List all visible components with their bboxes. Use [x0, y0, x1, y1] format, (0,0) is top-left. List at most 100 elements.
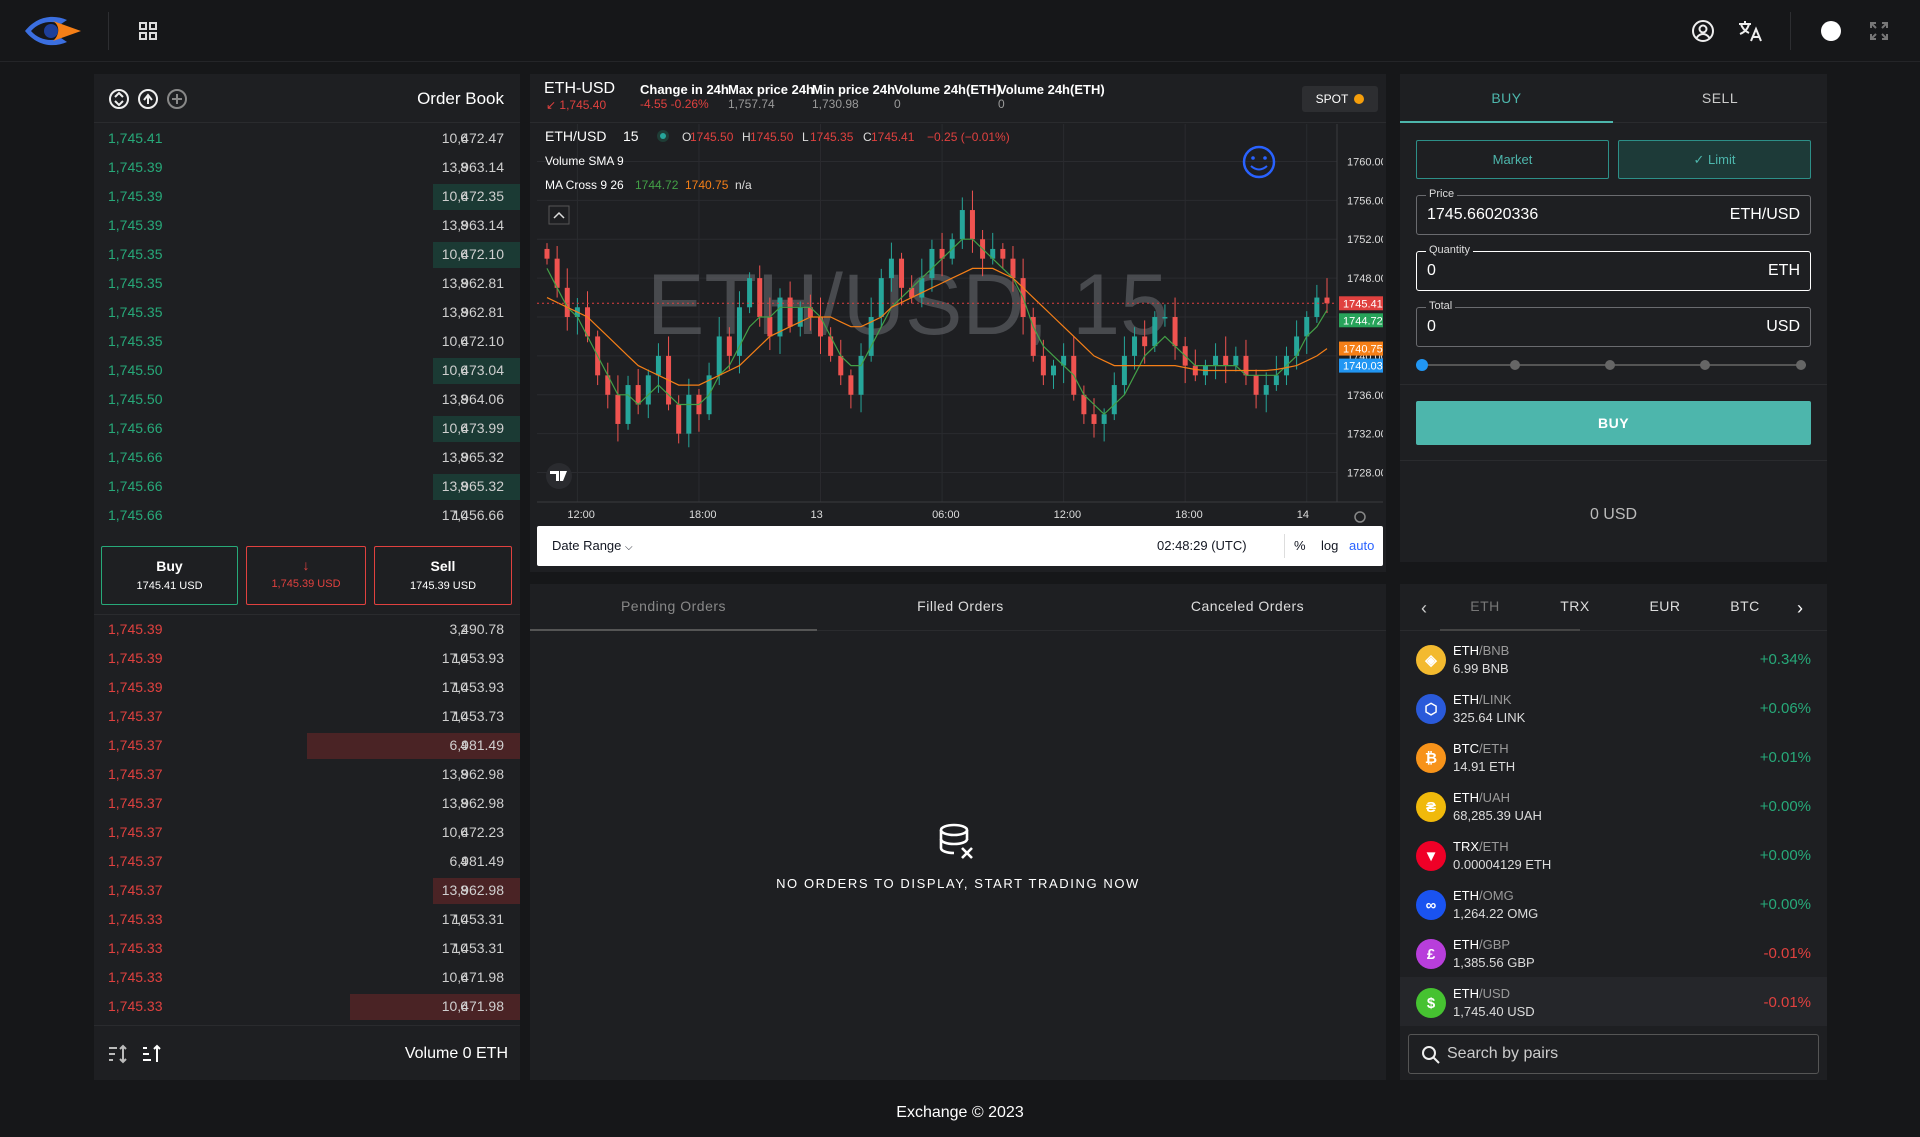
tab-pending-orders[interactable]: Pending Orders: [530, 598, 817, 614]
search-pairs-input[interactable]: Search by pairs: [1408, 1034, 1819, 1074]
date-range-dropdown[interactable]: Date Range ⌵: [552, 538, 633, 553]
theme-toggle-icon[interactable]: [1820, 20, 1842, 42]
bid-row[interactable]: 1,745.35 8 13,962.81: [94, 269, 520, 298]
tab-filled-orders[interactable]: Filled Orders: [817, 598, 1104, 614]
total-field[interactable]: Total 0 USD: [1416, 300, 1811, 347]
limit-order-button[interactable]: ✓ Limit: [1618, 140, 1811, 179]
slider-mark[interactable]: [1605, 360, 1615, 370]
tab-market-btc[interactable]: BTC: [1710, 598, 1780, 614]
bid-row[interactable]: 1,745.50 6 10,473.04: [94, 356, 520, 385]
slider-mark[interactable]: [1700, 360, 1710, 370]
spot-badge[interactable]: SPOT: [1302, 86, 1378, 112]
log-scale-toggle[interactable]: log: [1321, 538, 1338, 553]
market-order-button[interactable]: Market: [1416, 140, 1609, 179]
bid-row[interactable]: 1,745.66 8 13,965.32: [94, 472, 520, 501]
ask-row[interactable]: 1,745.37 4 6,981.49: [94, 731, 520, 760]
tab-buy[interactable]: BUY: [1400, 90, 1613, 106]
bid-row[interactable]: 1,745.41 6 10,472.47: [94, 124, 520, 153]
bid-row[interactable]: 1,745.50 8 13,964.06: [94, 385, 520, 414]
bid-row[interactable]: 1,745.35 6 10,472.10: [94, 327, 520, 356]
tab-sell[interactable]: SELL: [1613, 90, 1827, 106]
stat-label: Change in 24h: [640, 82, 729, 97]
x-tick-label: 18:00: [689, 509, 717, 521]
ask-row[interactable]: 1,745.39 2 3,490.78: [94, 615, 520, 644]
ask-row[interactable]: 1,745.37 8 13,962.98: [94, 789, 520, 818]
ask-row[interactable]: 1,745.33 6 10,471.98: [94, 963, 520, 992]
ask-row[interactable]: 1,745.37 6 10,472.23: [94, 818, 520, 847]
bid-row[interactable]: 1,745.39 6 10,472.35: [94, 182, 520, 211]
market-pair-row[interactable]: ▼ TRX/ETH 0.00004129 ETH +0.00%: [1400, 830, 1827, 879]
tab-active-indicator: [1400, 121, 1613, 123]
tab-market-eth[interactable]: ETH: [1440, 598, 1530, 614]
collapse-legend-button[interactable]: [548, 205, 570, 225]
bid-row[interactable]: 1,745.39 8 13,963.14: [94, 153, 520, 182]
candle-body: [959, 210, 965, 240]
tab-market-trx[interactable]: TRX: [1530, 598, 1620, 614]
market-pair-row[interactable]: ₿ BTC/ETH 14.91 ETH +0.01%: [1400, 732, 1827, 781]
account-circle-icon[interactable]: [1690, 18, 1716, 44]
ask-row[interactable]: 1,745.37 4 6,981.49: [94, 847, 520, 876]
ohlc-key: C: [863, 130, 872, 144]
divider: [94, 1025, 520, 1026]
slider-mark[interactable]: [1796, 360, 1806, 370]
market-pair-row[interactable]: ∞ ETH/OMG 1,264.22 OMG +0.00%: [1400, 879, 1827, 928]
bid-row[interactable]: 1,745.66 8 13,965.32: [94, 443, 520, 472]
logo-icon[interactable]: [22, 12, 86, 50]
ask-row[interactable]: 1,745.37 8 13,962.98: [94, 760, 520, 789]
pair-change: -0.01%: [1763, 994, 1811, 1011]
price-input[interactable]: 1745.66020336: [1427, 206, 1538, 224]
sell-button[interactable]: Sell 1745.39 USD: [374, 546, 512, 605]
ask-row[interactable]: 1,745.33 6 10,471.98: [94, 992, 520, 1021]
available-balance: 0 USD: [1589, 506, 1638, 523]
market-pair-row[interactable]: ◈ ETH/BNB 6.99 BNB +0.34%: [1400, 634, 1827, 683]
ask-row[interactable]: 1,745.39 10 17,453.93: [94, 644, 520, 673]
slider-mark[interactable]: [1510, 360, 1520, 370]
tab-canceled-orders[interactable]: Canceled Orders: [1104, 598, 1391, 614]
tab-market-eur[interactable]: EUR: [1620, 598, 1710, 614]
ask-row[interactable]: 1,745.37 10 17,453.73: [94, 702, 520, 731]
market-pair-row[interactable]: £ ETH/GBP 1,385.56 GBP -0.01%: [1400, 928, 1827, 977]
order-book-bids-icon[interactable]: [137, 88, 159, 110]
total-input[interactable]: 0: [1427, 318, 1436, 336]
last-price-button[interactable]: ↓ 1,745.39 USD: [246, 546, 366, 605]
candle-body: [1081, 394, 1087, 415]
market-pair-row[interactable]: ⬡ ETH/LINK 325.64 LINK +0.06%: [1400, 683, 1827, 732]
bid-row[interactable]: 1,745.35 8 13,962.81: [94, 298, 520, 327]
candle-body: [1142, 336, 1148, 347]
quantity-field[interactable]: Quantity 0 ETH: [1416, 244, 1811, 291]
apps-grid-icon[interactable]: [136, 19, 160, 43]
ask-row[interactable]: 1,745.39 10 17,453.93: [94, 673, 520, 702]
market-pair-row[interactable]: $ ETH/USD 1,745.40 USD -0.01%: [1400, 977, 1827, 1026]
bid-row[interactable]: 1,745.39 8 13,963.14: [94, 211, 520, 240]
ask-row[interactable]: 1,745.33 10 17,453.31: [94, 934, 520, 963]
fullscreen-icon[interactable]: [1868, 20, 1890, 42]
slider-thumb[interactable]: [1416, 359, 1428, 371]
price-field[interactable]: Price 1745.66020336 ETH/USD: [1416, 188, 1811, 235]
submit-buy-button[interactable]: BUY: [1416, 401, 1811, 445]
amount-slider[interactable]: [1416, 358, 1811, 372]
order-book-asks-icon[interactable]: [166, 88, 188, 110]
candle-body: [838, 355, 844, 376]
order-total: 13,965.32: [441, 478, 504, 494]
auto-scale-toggle[interactable]: auto: [1349, 538, 1374, 553]
price-label: 1745.41: [1343, 298, 1383, 310]
sort-descending-icon[interactable]: [140, 1042, 164, 1066]
chevron-right-icon[interactable]: ›: [1790, 598, 1810, 618]
market-status-dot: [660, 133, 666, 139]
bid-row[interactable]: 1,745.35 6 10,472.10: [94, 240, 520, 269]
market-pair-row[interactable]: ₴ ETH/UAH 68,285.39 UAH +0.00%: [1400, 781, 1827, 830]
order-book-both-icon[interactable]: [108, 88, 130, 110]
quantity-input[interactable]: 0: [1427, 262, 1436, 280]
bid-row[interactable]: 1,745.66 6 10,473.99: [94, 414, 520, 443]
sort-ascending-icon[interactable]: [106, 1042, 130, 1066]
translate-icon[interactable]: [1736, 18, 1764, 44]
ask-row[interactable]: 1,745.37 8 13,962.98: [94, 876, 520, 905]
percent-scale-toggle[interactable]: %: [1294, 538, 1306, 553]
pair-change: +0.00%: [1759, 847, 1811, 864]
bid-row[interactable]: 1,745.66 10 17,456.66: [94, 501, 520, 530]
pair-name: TRX/ETH: [1453, 839, 1509, 854]
ask-row[interactable]: 1,745.33 10 17,453.31: [94, 905, 520, 934]
chevron-left-icon[interactable]: ‹: [1414, 598, 1434, 618]
buy-button[interactable]: Buy 1745.41 USD: [101, 546, 238, 605]
divider: [1400, 460, 1827, 461]
